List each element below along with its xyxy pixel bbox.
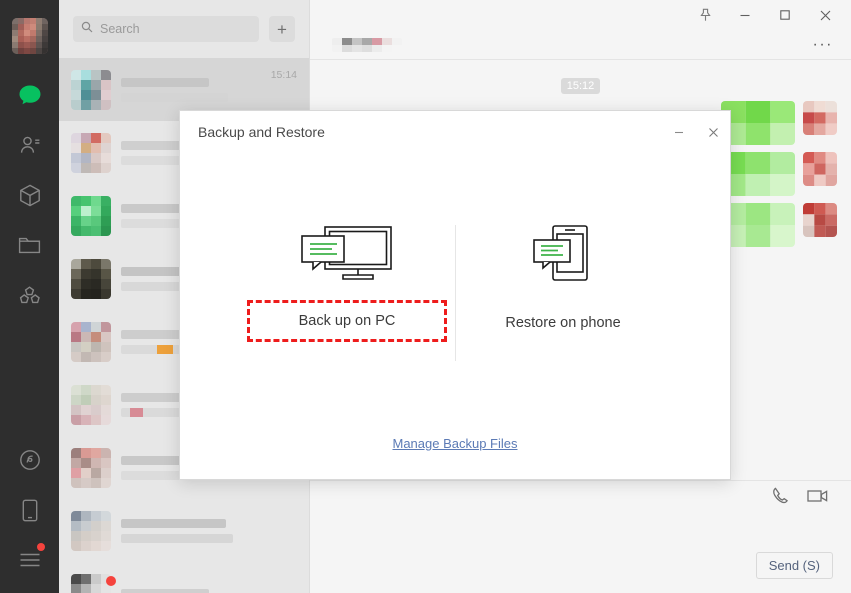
hamburger-menu-icon <box>19 552 41 568</box>
list-toolbar: Search + <box>59 0 309 58</box>
conversation-avatar <box>71 258 111 299</box>
conversation-avatar <box>71 447 111 488</box>
send-button[interactable]: Send (S) <box>755 552 833 579</box>
avatar-pixelated-image <box>11 18 48 54</box>
chat-header: ··· <box>310 30 851 60</box>
contacts-icon <box>19 134 41 156</box>
composer: Send (S) <box>310 480 851 593</box>
avatar[interactable] <box>11 18 48 54</box>
option-restore-on-phone[interactable]: Restore on phone <box>456 221 671 339</box>
conversation-avatar <box>71 195 111 236</box>
conversation-time: 15:14 <box>270 69 297 81</box>
mini-program-icon <box>19 449 41 471</box>
close-icon[interactable] <box>805 0 845 30</box>
message-avatar <box>803 152 837 186</box>
message-timestamp: 15:12 <box>560 78 601 94</box>
conversation-avatar <box>71 132 111 173</box>
conversation-text <box>121 518 243 543</box>
list-item[interactable] <box>59 562 309 593</box>
composer-toolbar <box>310 481 851 515</box>
add-chat-button[interactable]: + <box>269 16 295 42</box>
send-area: Send (S) <box>755 552 833 579</box>
folder-icon <box>18 235 41 255</box>
sidebar-item-files[interactable] <box>0 220 59 270</box>
search-icon <box>81 20 93 38</box>
back-up-on-pc-label[interactable]: Back up on PC <box>247 300 447 342</box>
conversation-text <box>121 77 243 102</box>
dialog-window-buttons <box>662 115 730 149</box>
message-bubble-outgoing[interactable] <box>721 101 795 145</box>
pin-icon[interactable] <box>685 0 725 30</box>
more-menu-badge <box>37 543 45 551</box>
sidebar-item-mini-program-panel[interactable] <box>0 435 59 485</box>
conversation-text <box>121 589 297 593</box>
phone-call-icon[interactable] <box>771 486 790 510</box>
message-bubble-outgoing[interactable] <box>721 203 795 247</box>
sidebar-item-contacts[interactable] <box>0 120 59 170</box>
conversation-avatar <box>71 69 111 110</box>
message-avatar <box>803 101 837 135</box>
maximize-icon[interactable] <box>765 0 805 30</box>
sidebar-item-more-menu[interactable] <box>0 535 59 585</box>
phone-icon <box>22 499 38 522</box>
restore-on-phone-label[interactable]: Restore on phone <box>463 307 663 339</box>
chat-bubble-icon <box>18 84 42 106</box>
video-call-icon[interactable] <box>807 488 829 509</box>
phone-restore-icon <box>515 221 611 285</box>
minimize-icon[interactable] <box>725 0 765 30</box>
dialog-close-button[interactable] <box>696 115 730 149</box>
conversation-avatar <box>71 510 111 551</box>
backup-and-restore-dialog: Backup and Restore Back up on PC Restore… <box>179 110 731 480</box>
message-bubble-outgoing[interactable] <box>721 152 795 196</box>
conversation-meta: 15:14 <box>253 58 297 81</box>
cube-icon <box>19 184 41 207</box>
list-item[interactable] <box>59 499 309 562</box>
conversation-meta <box>253 499 297 510</box>
sidebar-item-mini-programs[interactable] <box>0 170 59 220</box>
chat-title <box>332 37 402 52</box>
conversation-avatar <box>71 384 111 425</box>
conversation-avatar <box>71 573 111 593</box>
chat-more-button[interactable]: ··· <box>813 37 833 52</box>
dialog-titlebar: Backup and Restore <box>180 111 730 153</box>
window-titlebar <box>310 0 851 30</box>
settings-gear-icon <box>18 284 41 307</box>
dialog-body: Back up on PC Restore on phone Manage Ba… <box>180 153 730 479</box>
sidebar-item-moments[interactable] <box>0 270 59 320</box>
search-placeholder: Search <box>100 22 140 36</box>
pc-backup-icon <box>299 221 395 285</box>
search-input[interactable]: Search <box>73 16 259 42</box>
wechat-window: Search + 15:14 ··· 15:12 Send (S) Backup… <box>0 0 851 593</box>
message-avatar <box>803 203 837 237</box>
unread-badge <box>106 576 116 586</box>
sidebar-item-chats[interactable] <box>0 70 59 120</box>
dialog-minimize-button[interactable] <box>662 115 696 149</box>
rail-bottom-group <box>0 435 59 585</box>
manage-backup-files-link[interactable]: Manage Backup Files <box>180 436 730 451</box>
conversation-avatar <box>71 321 111 362</box>
dialog-title: Backup and Restore <box>198 124 325 140</box>
option-back-up-on-pc[interactable]: Back up on PC <box>240 221 455 342</box>
left-nav-rail <box>0 0 59 593</box>
sidebar-item-phone-sync[interactable] <box>0 485 59 535</box>
